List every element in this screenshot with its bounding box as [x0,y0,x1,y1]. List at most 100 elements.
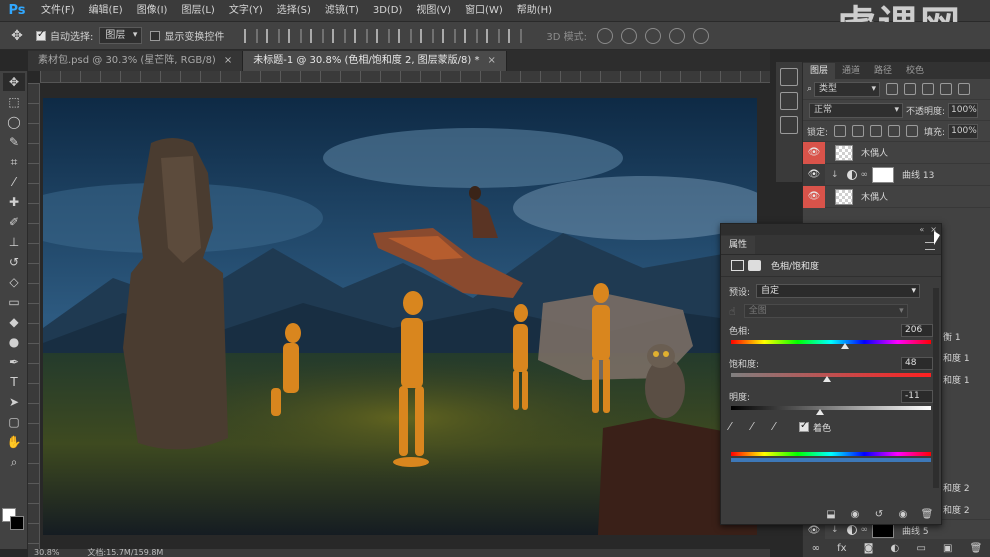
collapse-icon[interactable]: « [919,225,924,234]
move-tool-icon[interactable]: ✥ [6,25,28,47]
menu-layer[interactable]: 图层(L) [174,0,221,22]
hue-input[interactable]: 206 [901,323,933,337]
new-adjustment-icon[interactable]: ◐ [891,543,900,554]
align-hcenter-icon[interactable] [332,28,347,43]
menu-select[interactable]: 选择(S) [270,0,318,22]
background-color-swatch[interactable] [10,516,24,530]
close-icon[interactable]: × [488,51,496,71]
tab-layers[interactable]: 图层 [803,63,836,79]
layer-filter-select[interactable]: 类型 [814,81,881,97]
auto-align-icon[interactable] [508,28,523,43]
3d-pan-icon[interactable] [645,27,661,44]
distribute-bottom-icon[interactable] [420,28,435,43]
tab-paths[interactable]: 路径 [867,63,899,79]
align-right-icon[interactable] [354,28,369,43]
pen-tool-icon[interactable]: ✒ [3,353,25,371]
lock-image-icon[interactable] [852,125,865,137]
layer-row[interactable]: 👁 木偶人 [803,141,990,164]
marquee-tool-icon[interactable]: ⬚ [3,93,25,111]
align-top-icon[interactable] [244,28,259,43]
opacity-input[interactable]: 100% [948,102,979,118]
delete-adjustment-icon[interactable]: 🗑 [919,508,935,522]
show-transform-checkbox[interactable] [150,30,161,41]
blur-tool-icon[interactable]: ◆ [3,313,25,331]
filter-adjust-icon[interactable] [904,83,917,95]
history-panel-icon[interactable] [780,68,798,86]
quick-select-tool-icon[interactable]: ✎ [3,133,25,151]
type-tool-icon[interactable]: T [3,373,25,391]
3d-scale-icon[interactable] [693,27,709,44]
mask-icon[interactable] [748,260,761,271]
hue-slider-track[interactable] [731,340,931,349]
brush-tool-icon[interactable]: ✐ [3,213,25,231]
layer-row[interactable]: 👁 木偶人 [803,185,990,208]
tab-channels[interactable]: 通道 [835,63,867,79]
menu-3d[interactable]: 3D(D) [366,0,410,22]
menu-edit[interactable]: 编辑(E) [82,0,130,22]
saturation-input[interactable]: 48 [901,356,933,370]
eyedropper-icon[interactable]: ⁄ [729,421,741,433]
eyedropper-minus-icon[interactable]: ⁄ [773,421,785,433]
hue-slider-handle[interactable] [841,343,850,349]
add-mask-icon[interactable]: ◙ [864,543,874,554]
channel-select[interactable]: 全图 [743,304,908,318]
tab-material-pack[interactable]: 素材包.psd @ 30.3% (星芒阵, RGB/8) × [28,51,244,71]
delete-layer-icon[interactable]: 🗑 [970,543,983,554]
adjustment-icon[interactable] [731,260,744,271]
distribute-right-icon[interactable] [486,28,501,43]
auto-select-checkbox[interactable] [36,29,46,41]
distribute-hcenter-icon[interactable] [464,28,479,43]
filter-shape-icon[interactable] [940,83,953,95]
visibility-eye-icon[interactable]: 👁 [803,163,825,186]
layer-mask-thumbnail[interactable] [872,166,895,183]
distribute-left-icon[interactable] [442,28,457,43]
eraser-tool-icon[interactable]: ◇ [3,273,25,291]
adjustments-panel-icon[interactable] [780,116,798,134]
filter-pixel-icon[interactable] [886,83,899,95]
align-vcenter-icon[interactable] [266,28,281,43]
menu-view[interactable]: 视图(V) [409,0,458,22]
tab-untitled-1[interactable]: 未标题-1 @ 30.8% (色相/饱和度 2, 图层蒙版/8) * × [243,51,507,71]
lightness-slider-track[interactable] [731,406,931,415]
shape-tool-icon[interactable]: ▢ [3,413,25,431]
menu-filter[interactable]: 滤镜(T) [318,0,366,22]
layer-style-icon[interactable]: fx [837,543,846,554]
reset-icon[interactable]: ↺ [871,508,887,522]
align-bottom-icon[interactable] [288,28,303,43]
canvas-area[interactable] [28,71,770,549]
lightness-slider-handle[interactable] [816,409,824,415]
visibility-eye-icon[interactable]: 👁 [803,185,825,208]
distribute-vcenter-icon[interactable] [398,28,413,43]
saturation-slider-handle[interactable] [823,376,831,382]
target-adjust-hand-icon[interactable]: ☝ [729,305,736,318]
history-brush-tool-icon[interactable]: ↺ [3,253,25,271]
menu-window[interactable]: 窗口(W) [458,0,510,22]
path-select-tool-icon[interactable]: ➤ [3,393,25,411]
new-group-icon[interactable]: ▭ [916,543,925,554]
distribute-top-icon[interactable] [376,28,391,43]
saturation-slider-track[interactable] [731,373,931,382]
menu-help[interactable]: 帮助(H) [510,0,559,22]
lock-all-icon[interactable] [906,125,919,137]
blend-mode-select[interactable]: 正常 [809,102,903,118]
layer-row[interactable]: 👁 ↓ ∞ 曲线 13 [803,163,990,186]
dodge-tool-icon[interactable]: ● [3,333,25,351]
new-layer-icon[interactable]: ▣ [943,543,952,554]
mask-link-icon[interactable]: ∞ [861,525,869,535]
link-layers-icon[interactable]: ∞ [812,543,820,554]
mask-link-icon[interactable]: ∞ [861,170,869,180]
document-canvas[interactable] [43,98,757,535]
zoom-level[interactable]: 30.8% [34,549,59,557]
hand-tool-icon[interactable]: ✋ [3,433,25,451]
lock-transparent-icon[interactable] [834,125,847,137]
view-previous-icon[interactable]: ◉ [847,508,863,522]
menu-image[interactable]: 图像(I) [130,0,175,22]
tab-properties[interactable]: 属性 [721,236,756,254]
close-icon[interactable]: × [224,51,232,71]
vertical-ruler[interactable] [28,83,40,549]
colorize-checkbox[interactable] [799,420,809,432]
crop-tool-icon[interactable]: ⌗ [3,153,25,171]
lasso-tool-icon[interactable]: ◯ [3,113,25,131]
tab-correction[interactable]: 校色 [899,63,931,79]
fill-input[interactable]: 100% [948,123,979,139]
